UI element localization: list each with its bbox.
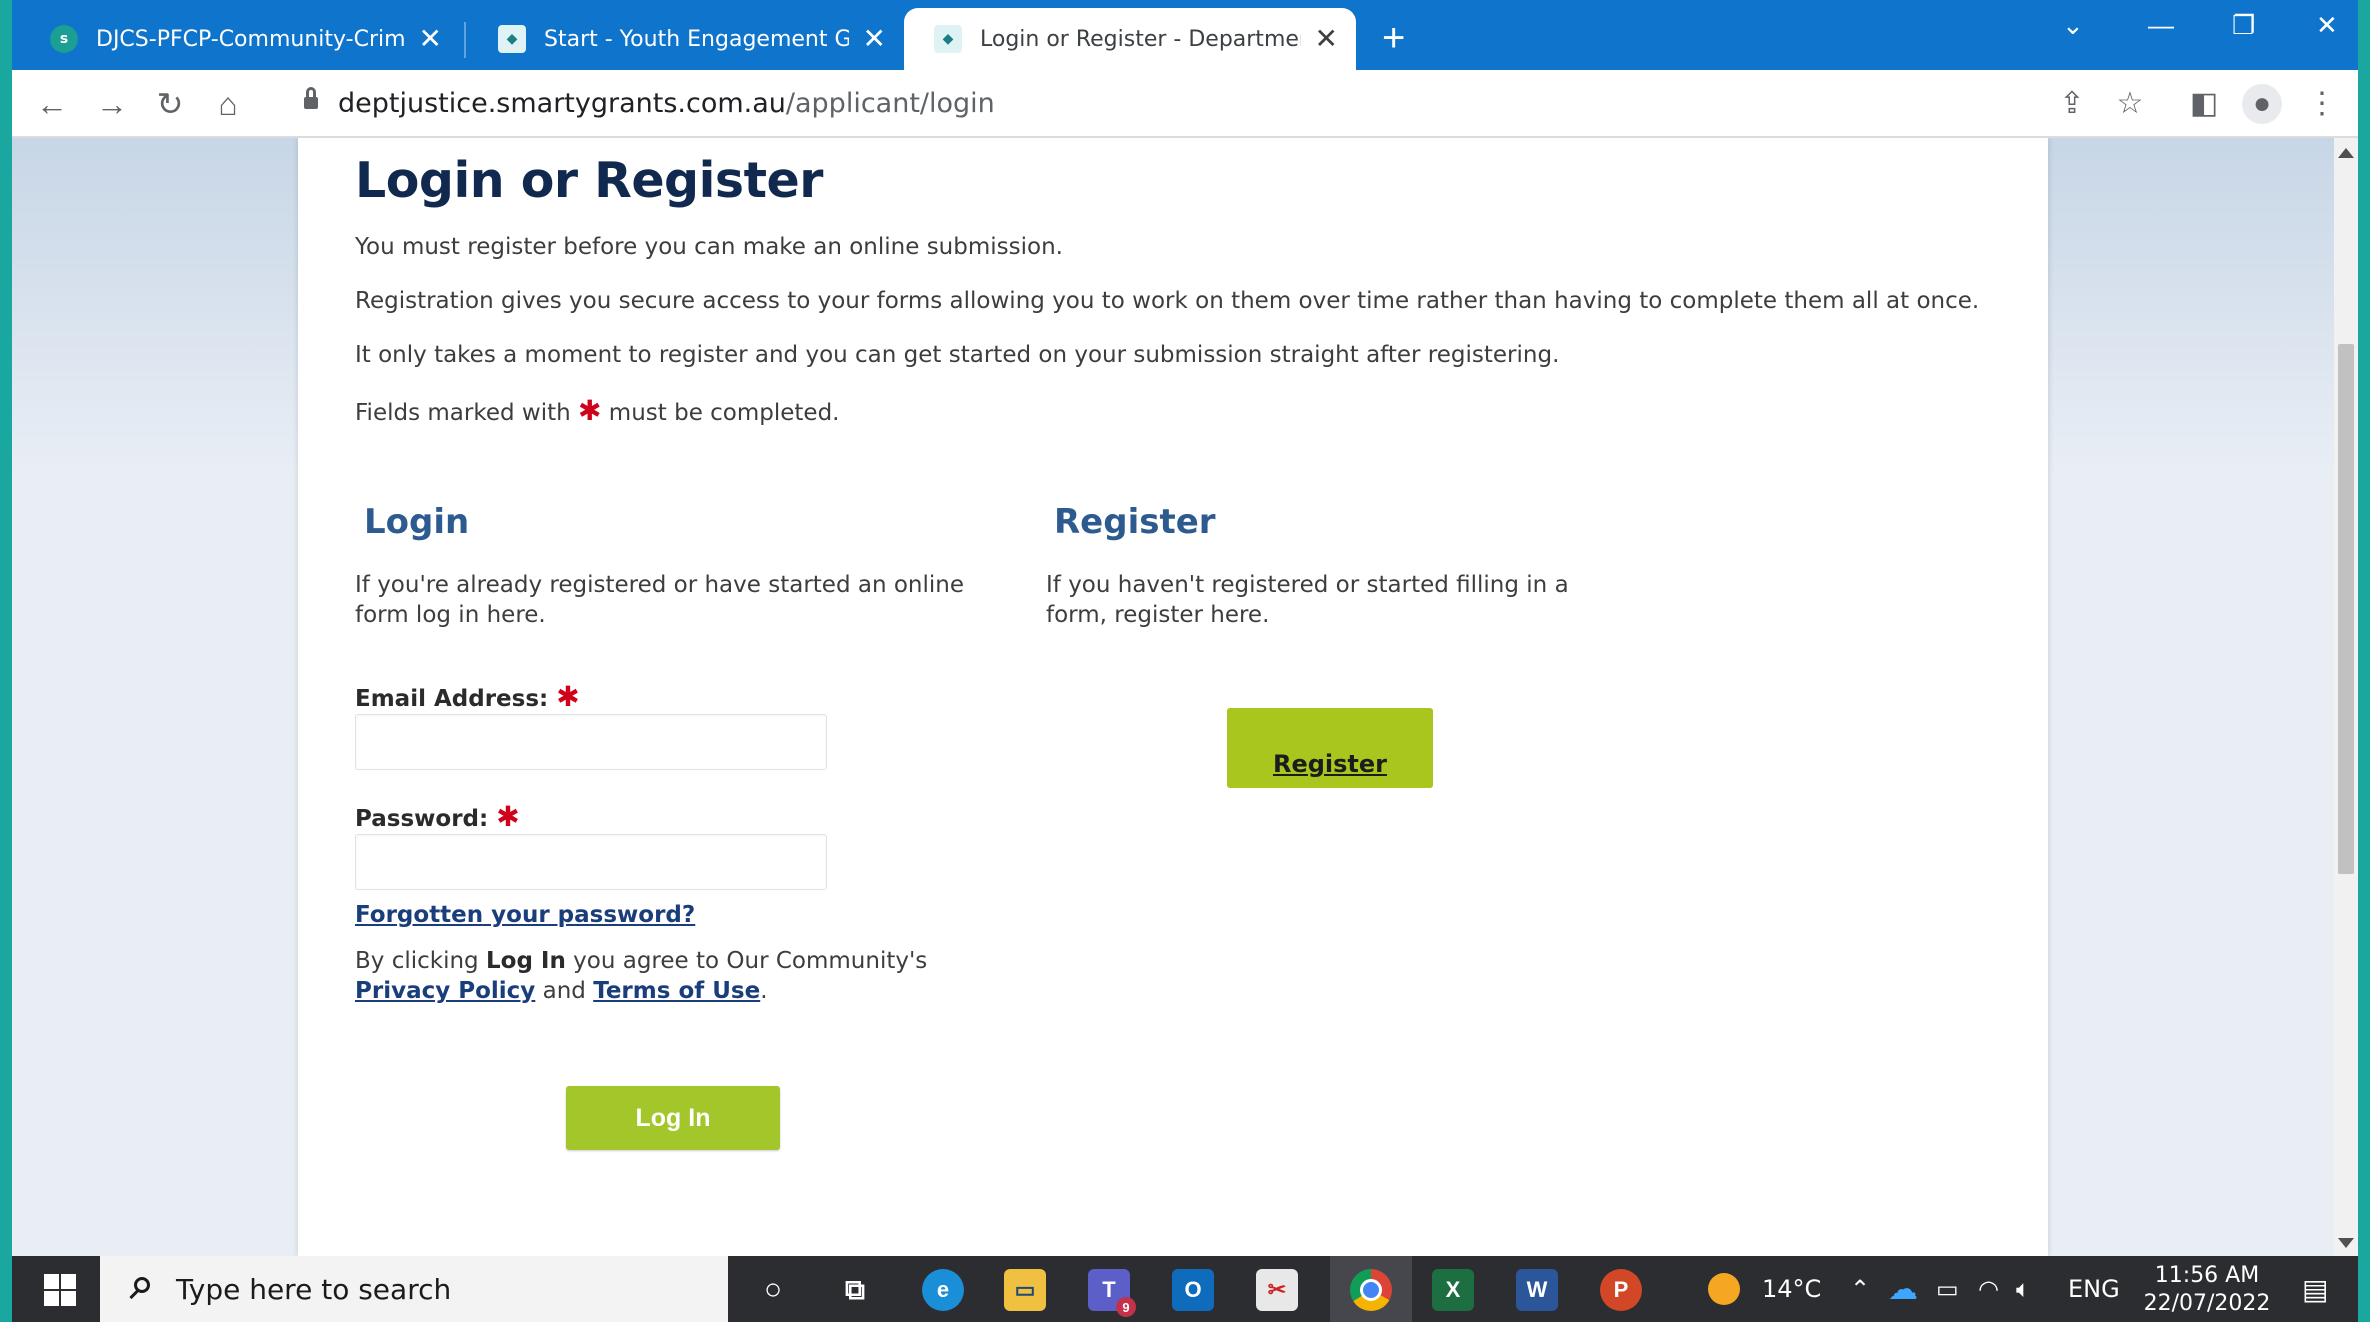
tab-title: Start - Youth Engagement Grants bbox=[544, 26, 849, 52]
page-scrollbar[interactable] bbox=[2334, 138, 2358, 1256]
menu-kebab-icon[interactable]: ⋮ bbox=[2302, 84, 2342, 124]
required-asterisk-icon: ✱ bbox=[578, 394, 602, 427]
teams-badge: 9 bbox=[1116, 1297, 1136, 1317]
browser-toolbar: ← → ↻ ⌂ deptjustice.smartygrants.com.au/… bbox=[12, 70, 2358, 138]
login-heading: Login bbox=[364, 502, 470, 542]
terms-agreement: By clicking Log In you agree to Our Comm… bbox=[355, 948, 928, 1004]
close-tab-icon[interactable]: ✕ bbox=[1315, 25, 1338, 53]
sun-icon bbox=[1708, 1273, 1740, 1305]
edge-icon[interactable]: e bbox=[922, 1269, 964, 1311]
scroll-up-arrow-icon[interactable] bbox=[2338, 148, 2354, 158]
intro-text: It only takes a moment to register and y… bbox=[355, 342, 1560, 368]
password-field[interactable] bbox=[355, 834, 827, 890]
new-tab-button[interactable]: + bbox=[1382, 14, 1405, 62]
teams-icon[interactable]: T9 bbox=[1088, 1269, 1136, 1317]
tab-title: DJCS-PFCP-Community-Crime-Pr bbox=[96, 26, 405, 52]
agree-action-text: Log In bbox=[485, 948, 566, 974]
excel-icon[interactable]: X bbox=[1432, 1269, 1474, 1311]
windows-start-icon[interactable] bbox=[44, 1274, 76, 1306]
temperature: 14°C bbox=[1762, 1275, 1822, 1303]
page-viewport: Login or Register You must register befo… bbox=[12, 138, 2334, 1256]
taskbar-search-box[interactable]: Type here to search bbox=[100, 1256, 728, 1322]
powerpoint-icon[interactable]: P bbox=[1600, 1269, 1642, 1311]
tab-start-youth-engagement[interactable]: ◆ Start - Youth Engagement Grants ✕ bbox=[468, 8, 904, 70]
profile-avatar-icon[interactable]: ● bbox=[2242, 84, 2282, 124]
search-placeholder: Type here to search bbox=[176, 1272, 452, 1306]
word-icon[interactable]: W bbox=[1516, 1269, 1558, 1311]
tab-separator bbox=[464, 22, 466, 58]
log-in-button[interactable]: Log In bbox=[566, 1086, 780, 1150]
tab-djcs[interactable]: s DJCS-PFCP-Community-Crime-Pr ✕ bbox=[20, 8, 460, 70]
outlook-icon[interactable]: O bbox=[1172, 1269, 1214, 1311]
intro-text: You must register before you can make an… bbox=[355, 234, 1063, 260]
close-window-icon[interactable]: ✕ bbox=[2316, 10, 2338, 41]
minimize-icon[interactable]: — bbox=[2148, 10, 2174, 41]
close-tab-icon[interactable]: ✕ bbox=[419, 25, 442, 53]
forgot-password-link[interactable]: Forgotten your password? bbox=[355, 902, 695, 928]
show-hidden-icons-icon[interactable]: ⌃ bbox=[1850, 1256, 1870, 1322]
privacy-policy-link[interactable]: Privacy Policy bbox=[355, 978, 535, 1004]
bookmark-star-icon[interactable]: ☆ bbox=[2110, 84, 2150, 124]
main-content: Login or Register You must register befo… bbox=[298, 138, 2048, 1256]
url-text: deptjustice.smartygrants.com.au/applican… bbox=[338, 87, 995, 119]
register-heading: Register bbox=[1054, 502, 1216, 542]
chrome-icon[interactable] bbox=[1350, 1269, 1392, 1311]
tab-search-icon[interactable]: ⌄ bbox=[2062, 10, 2084, 41]
scroll-thumb[interactable] bbox=[2338, 344, 2354, 874]
required-note: Fields marked with ✱ must be completed. bbox=[355, 394, 840, 427]
intro-text: Registration gives you secure access to … bbox=[355, 288, 1980, 314]
restore-icon[interactable]: ❐ bbox=[2232, 10, 2255, 41]
lock-icon[interactable] bbox=[304, 87, 318, 111]
side-panel-icon[interactable]: ◧ bbox=[2184, 84, 2224, 124]
required-note-prefix: Fields marked with bbox=[355, 400, 571, 426]
file-explorer-icon[interactable]: ▭ bbox=[1004, 1269, 1046, 1311]
required-asterisk-icon: ✱ bbox=[496, 800, 520, 833]
email-label: Email Address: ✱ bbox=[355, 680, 580, 713]
reload-icon[interactable]: ↻ bbox=[150, 84, 190, 124]
back-icon[interactable]: ← bbox=[32, 84, 72, 124]
onedrive-icon[interactable]: ☁ bbox=[1888, 1256, 1918, 1322]
forward-icon[interactable]: → bbox=[92, 84, 132, 124]
smartygrants-icon: ◆ bbox=[934, 25, 962, 53]
address-bar[interactable]: deptjustice.smartygrants.com.au/applican… bbox=[274, 78, 2054, 128]
weather-widget[interactable]: 14°C bbox=[1708, 1256, 1821, 1322]
tab-login-register[interactable]: ◆ Login or Register - Department o ✕ bbox=[904, 8, 1356, 70]
notifications-icon[interactable]: ▤ bbox=[2302, 1256, 2328, 1322]
register-button[interactable]: Register bbox=[1227, 708, 1433, 788]
password-label: Password: ✱ bbox=[355, 800, 520, 833]
forgot-password-row: Forgotten your password? bbox=[355, 902, 695, 928]
wifi-icon[interactable]: ◠ bbox=[1978, 1256, 1999, 1322]
required-note-suffix: must be completed. bbox=[608, 400, 840, 426]
battery-icon[interactable]: ▭ bbox=[1936, 1256, 1959, 1322]
clock-date: 22/07/2022 bbox=[2143, 1291, 2271, 1316]
email-field[interactable] bbox=[355, 714, 827, 770]
sharepoint-icon: s bbox=[50, 25, 78, 53]
terms-of-use-link[interactable]: Terms of Use bbox=[593, 978, 760, 1004]
cortana-icon[interactable]: ○ bbox=[752, 1269, 794, 1311]
task-view-icon[interactable]: ⧉ bbox=[834, 1269, 876, 1311]
windows-taskbar: Type here to search ○ ⧉ e ▭ T9 O ✂ X W P… bbox=[12, 1256, 2358, 1322]
smartygrants-icon: ◆ bbox=[498, 25, 526, 53]
browser-tab-bar: s DJCS-PFCP-Community-Crime-Pr ✕ ◆ Start… bbox=[12, 0, 2358, 70]
required-asterisk-icon: ✱ bbox=[556, 680, 580, 713]
clock-time: 11:56 AM bbox=[2154, 1263, 2260, 1288]
page-title: Login or Register bbox=[355, 152, 823, 209]
close-tab-icon[interactable]: ✕ bbox=[863, 25, 886, 53]
volume-icon[interactable]: 🔈︎ bbox=[2016, 1256, 2030, 1322]
register-description: If you haven't registered or started fil… bbox=[1046, 572, 1569, 628]
share-icon[interactable]: ⇪ bbox=[2052, 84, 2092, 124]
taskbar-clock[interactable]: 11:56 AM 22/07/2022 bbox=[2132, 1262, 2282, 1318]
login-description: If you're already registered or have sta… bbox=[355, 572, 964, 628]
scroll-down-arrow-icon[interactable] bbox=[2338, 1238, 2354, 1248]
language-indicator[interactable]: ENG bbox=[2068, 1256, 2120, 1322]
home-icon[interactable]: ⌂ bbox=[208, 84, 248, 124]
tab-title: Login or Register - Department o bbox=[980, 26, 1301, 52]
search-icon bbox=[128, 1277, 152, 1301]
snipping-tool-icon[interactable]: ✂ bbox=[1256, 1269, 1298, 1311]
